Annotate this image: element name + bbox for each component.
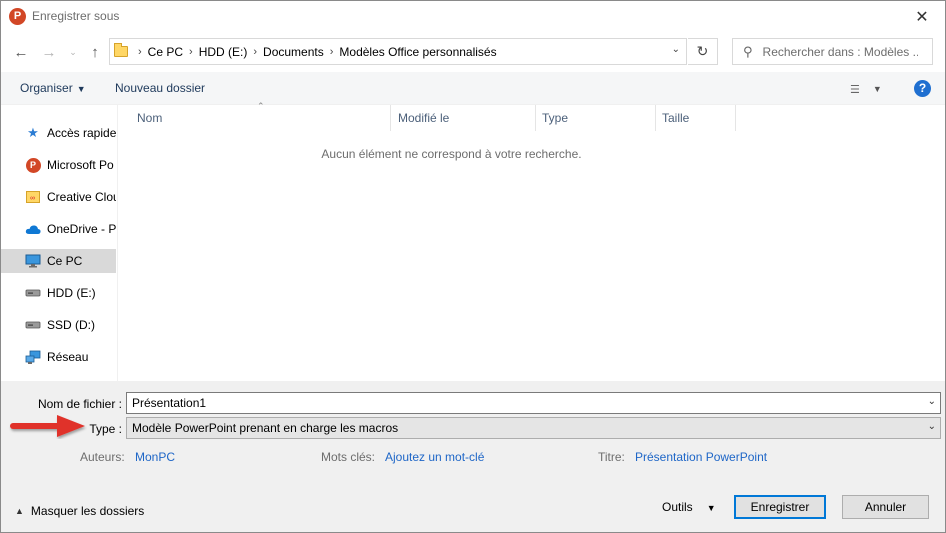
breadcrumb-separator-icon: › xyxy=(253,45,258,58)
column-header-type[interactable]: Type xyxy=(536,105,656,131)
breadcrumb-item[interactable]: Ce PC xyxy=(148,45,183,59)
sidebar-item-label: OneDrive - P xyxy=(47,222,116,236)
chevron-down-icon[interactable]: ⌄ xyxy=(928,396,936,407)
sidebar-item-label: Accès rapide xyxy=(47,126,116,140)
title-value[interactable]: Présentation PowerPoint xyxy=(635,450,767,464)
search-box[interactable]: ⚲ xyxy=(732,38,933,65)
caret-down-icon: ▼ xyxy=(706,503,716,513)
up-arrow-icon: ↑ xyxy=(91,43,99,61)
refresh-icon: ↻ xyxy=(696,43,709,59)
save-options-panel: Nom de fichier : Présentation1 ⌄ Type : … xyxy=(1,381,945,532)
keywords-value[interactable]: Ajoutez un mot-clé xyxy=(385,450,484,464)
title-bar: P Enregistrer sous ✕ xyxy=(1,1,945,32)
sidebar-item-label: HDD (E:) xyxy=(47,286,96,300)
computer-icon xyxy=(25,253,41,269)
file-type-select[interactable]: Modèle PowerPoint prenant en charge les … xyxy=(126,417,941,439)
save-as-dialog: P Enregistrer sous ✕ ← → ⌄ ↑ › Ce PC › H… xyxy=(0,0,946,533)
sidebar-item-onedrive[interactable]: OneDrive - P xyxy=(1,217,116,241)
chevron-down-icon: ⌄ xyxy=(927,421,936,432)
sidebar-item-network[interactable]: Réseau xyxy=(1,345,116,369)
breadcrumb-item[interactable]: Modèles Office personnalisés xyxy=(339,45,496,59)
sidebar-item-quick-access[interactable]: ★ Accès rapide xyxy=(1,121,116,145)
breadcrumb-separator-icon: › xyxy=(138,45,142,58)
column-header-size[interactable]: Taille xyxy=(656,105,736,131)
sidebar-item-creative-cloud[interactable]: ∞ Creative Clou xyxy=(1,185,116,209)
powerpoint-app-icon: P xyxy=(9,8,26,25)
search-icon: ⚲ xyxy=(743,43,753,59)
breadcrumb-item[interactable]: Documents xyxy=(263,45,324,59)
sidebar-item-label: SSD (D:) xyxy=(47,318,95,332)
breadcrumb-separator-icon: › xyxy=(189,45,193,58)
back-arrow-icon: ← xyxy=(13,43,29,61)
tools-label: Outils xyxy=(662,500,693,514)
filename-label: Nom de fichier : xyxy=(37,397,122,411)
change-view-button[interactable]: ☰ ▼ xyxy=(850,80,890,98)
sidebar-item-microsoft-powerpoint[interactable]: P Microsoft Po xyxy=(1,153,116,177)
powerpoint-icon: P xyxy=(25,157,41,173)
window-title: Enregistrer sous xyxy=(32,9,120,23)
forward-arrow-icon: → xyxy=(41,43,57,61)
sidebar-item-ssd-d[interactable]: SSD (D:) xyxy=(1,313,116,337)
details-view-icon: ☰ xyxy=(850,83,860,96)
caret-down-icon: ▼ xyxy=(872,84,882,94)
breadcrumb-item[interactable]: HDD (E:) xyxy=(199,45,248,59)
onedrive-icon xyxy=(25,221,41,237)
drive-icon xyxy=(25,285,41,301)
star-icon: ★ xyxy=(27,125,39,140)
sidebar-item-this-pc[interactable]: Ce PC xyxy=(1,249,116,273)
folder-icon xyxy=(114,43,128,57)
help-icon[interactable]: ? xyxy=(914,80,931,97)
sidebar-item-label: Ce PC xyxy=(47,254,83,268)
recent-locations-button[interactable]: ⌄ xyxy=(63,42,83,62)
save-button[interactable]: Enregistrer xyxy=(734,495,826,519)
navigation-bar: ← → ⌄ ↑ › Ce PC › HDD (E:) › Documents ›… xyxy=(1,32,945,72)
close-button[interactable]: ✕ xyxy=(899,1,945,32)
sidebar-item-label: Creative Clou xyxy=(47,190,116,204)
filename-field[interactable]: Présentation1 ⌄ xyxy=(126,392,941,414)
file-list: ⌃ Nom Modifié le Type Taille Aucun éléme… xyxy=(119,101,945,381)
close-icon: ✕ xyxy=(915,8,929,26)
organise-label: Organiser xyxy=(20,81,73,95)
command-toolbar: Organiser ▼ Nouveau dossier ☰ ▼ ? xyxy=(1,72,945,105)
up-button[interactable]: ↑ xyxy=(85,42,105,62)
keywords-label: Mots clés: xyxy=(321,450,376,464)
creative-cloud-folder-icon: ∞ xyxy=(25,189,41,205)
cancel-button[interactable]: Annuler xyxy=(842,495,929,519)
refresh-button[interactable]: ↻ xyxy=(688,38,718,65)
breadcrumb-separator-icon: › xyxy=(329,45,334,58)
caret-down-icon: ▼ xyxy=(76,84,86,94)
back-button[interactable]: ← xyxy=(11,42,31,62)
hide-folders-label: Masquer les dossiers xyxy=(30,504,145,518)
address-bar[interactable]: › Ce PC › HDD (E:) › Documents › Modèles… xyxy=(109,38,687,65)
caret-up-icon: ▲ xyxy=(15,506,24,516)
search-input[interactable] xyxy=(762,44,918,59)
new-folder-button[interactable]: Nouveau dossier xyxy=(115,81,205,95)
sidebar-item-label: Réseau xyxy=(47,350,89,364)
hide-folders-button[interactable]: ▲ Masquer les dossiers xyxy=(15,504,144,518)
chevron-down-icon: ⌄ xyxy=(69,46,77,57)
address-dropdown-icon[interactable]: ⌄ xyxy=(672,44,680,55)
forward-button[interactable]: → xyxy=(39,42,59,62)
annotation-arrow-icon xyxy=(10,415,85,437)
file-type-value: Modèle PowerPoint prenant en charge les … xyxy=(132,421,399,435)
authors-value[interactable]: MonPC xyxy=(135,450,175,464)
column-header-name[interactable]: Nom xyxy=(131,105,391,131)
column-header-modified[interactable]: Modifié le xyxy=(392,105,536,131)
drive-icon xyxy=(25,317,41,333)
empty-list-message: Aucun élément ne correspond à votre rech… xyxy=(321,147,582,161)
tools-menu-button[interactable]: Outils ▼ xyxy=(662,500,716,514)
network-icon xyxy=(25,349,41,365)
filename-value: Présentation1 xyxy=(132,396,207,410)
authors-label: Auteurs: xyxy=(80,450,125,464)
organise-menu-button[interactable]: Organiser ▼ xyxy=(20,81,86,95)
title-label: Titre: xyxy=(598,450,625,464)
sidebar-item-hdd-e[interactable]: HDD (E:) xyxy=(1,281,116,305)
navigation-pane: ★ Accès rapide P Microsoft Po ∞ Creative… xyxy=(1,105,118,381)
sidebar-item-label: Microsoft Po xyxy=(47,158,114,172)
